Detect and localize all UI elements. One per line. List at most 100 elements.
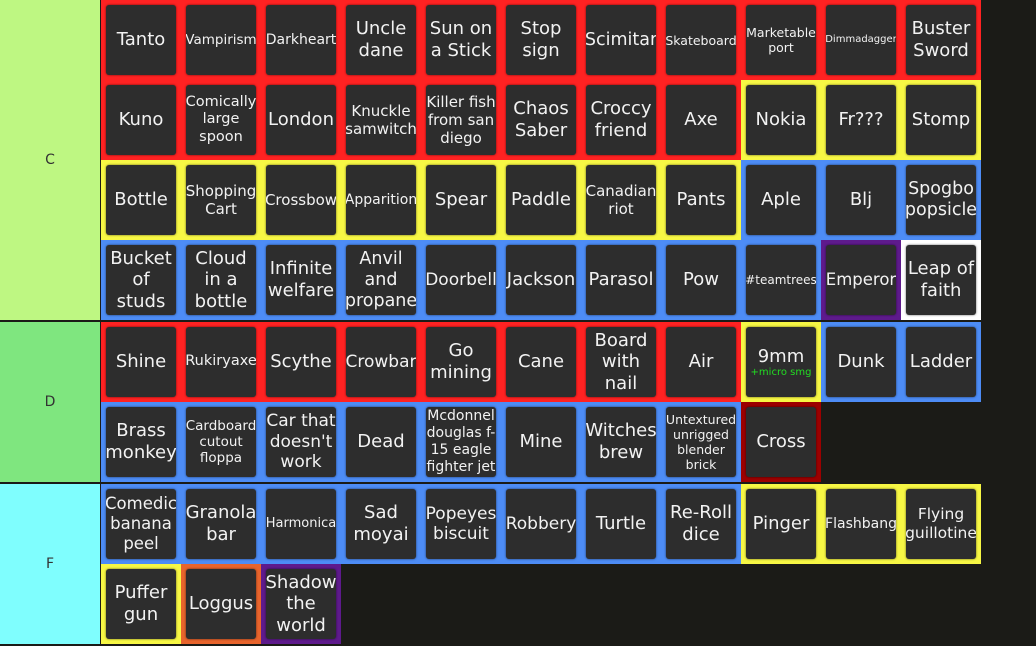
tier-item[interactable]: Turtle xyxy=(581,484,661,564)
tier-item[interactable]: Flying guillotine xyxy=(901,484,981,564)
tier-item-label: Scimitar xyxy=(586,29,656,50)
tier-item[interactable]: Bottle xyxy=(101,160,181,240)
tier-item[interactable]: Vampirism xyxy=(181,0,261,80)
tier-item[interactable]: Ladder xyxy=(901,322,981,402)
tier-item[interactable]: #teamtrees xyxy=(741,240,821,320)
tier-item[interactable]: Puffer gun xyxy=(101,564,181,644)
tier-item[interactable]: Comedic banana peel xyxy=(101,484,181,564)
tier-item-label: Emperor xyxy=(826,270,896,290)
tier-label[interactable]: C xyxy=(0,0,101,320)
tier-item[interactable]: Dunk xyxy=(821,322,901,402)
tier-item[interactable]: Scimitar xyxy=(581,0,661,80)
tier-item-label: Flying guillotine xyxy=(906,505,976,542)
tier-item[interactable]: Kuno xyxy=(101,80,181,160)
tier-item[interactable]: Granola bar xyxy=(181,484,261,564)
tier-item[interactable]: Untextured unrigged blender brick xyxy=(661,402,741,482)
tier-item[interactable]: Popeyes biscuit xyxy=(421,484,501,564)
tier-item-card: Shine xyxy=(106,327,176,397)
tier-item[interactable]: Aple xyxy=(741,160,821,240)
tier-item-label: Apparition xyxy=(346,191,416,208)
tier-item[interactable]: Stomp xyxy=(901,80,981,160)
tier-item[interactable]: Cross xyxy=(741,402,821,482)
tier-item[interactable]: Killer fish from san diego xyxy=(421,80,501,160)
tier-item[interactable]: Parasol xyxy=(581,240,661,320)
tier-item[interactable]: Tanto xyxy=(101,0,181,80)
tier-item[interactable]: Darkheart xyxy=(261,0,341,80)
tier-item[interactable]: Cardboard cutout floppa xyxy=(181,402,261,482)
tier-item[interactable]: Skateboard xyxy=(661,0,741,80)
tier-item[interactable]: London xyxy=(261,80,341,160)
tier-item-label: Cloud in a bottle xyxy=(194,247,248,312)
tier-item[interactable]: Dimmadagger xyxy=(821,0,901,80)
tier-item[interactable]: Mcdonnel douglas f-15 eagle fighter jet xyxy=(421,402,501,482)
tier-item-card: Aple xyxy=(746,165,816,235)
tier-item[interactable]: 9mm +micro smg xyxy=(741,322,821,402)
tier-item[interactable]: Robbery xyxy=(501,484,581,564)
tier-item[interactable]: Knuckle samwitch xyxy=(341,80,421,160)
tier-item[interactable]: Air xyxy=(661,322,741,402)
tier-item[interactable]: Board with nail xyxy=(581,322,661,402)
tier-item[interactable]: Doorbell xyxy=(421,240,501,320)
tier-item[interactable]: Marketable port xyxy=(741,0,821,80)
tier-item[interactable]: Cane xyxy=(501,322,581,402)
tier-item[interactable]: Buster Sword xyxy=(901,0,981,80)
tier-item[interactable]: Paddle xyxy=(501,160,581,240)
tier-item[interactable]: Blj xyxy=(821,160,901,240)
tier-item[interactable]: Pinger xyxy=(741,484,821,564)
tier-item[interactable]: Re-Roll dice xyxy=(661,484,741,564)
tier-item[interactable]: Axe xyxy=(661,80,741,160)
tier-item-card: Parasol xyxy=(586,245,656,315)
tier-item-card: Cloud in a bottle xyxy=(186,245,256,315)
tier-item[interactable]: Witches brew xyxy=(581,402,661,482)
tier-item[interactable]: Crowbar xyxy=(341,322,421,402)
tier-item[interactable]: Shadow the world xyxy=(261,564,341,644)
tier-item[interactable]: Comically large spoon xyxy=(181,80,261,160)
tier-item[interactable]: Leap of faith xyxy=(901,240,981,320)
tier-item[interactable]: Car that doesn't work xyxy=(261,402,341,482)
tier-item[interactable]: Harmonica xyxy=(261,484,341,564)
tier-row-f: F Comedic banana peel Granola bar Harmonica… xyxy=(0,484,1036,646)
tier-item-card: Rukiryaxe xyxy=(186,327,256,397)
tier-item[interactable]: Scythe xyxy=(261,322,341,402)
tier-item[interactable]: Spear xyxy=(421,160,501,240)
tier-item[interactable]: Shopping Cart xyxy=(181,160,261,240)
tier-item-card: Bottle xyxy=(106,165,176,235)
tier-item-label: Aple xyxy=(761,189,801,211)
tier-item[interactable]: Brass monkey xyxy=(101,402,181,482)
tier-item[interactable]: Canadian riot xyxy=(581,160,661,240)
tier-item[interactable]: Fr??? xyxy=(821,80,901,160)
tier-item[interactable]: Croccy friend xyxy=(581,80,661,160)
tier-item[interactable]: Sad moyai xyxy=(341,484,421,564)
tier-item[interactable]: Emperor xyxy=(821,240,901,320)
tier-item[interactable]: Flashbang xyxy=(821,484,901,564)
tier-item[interactable]: Mine xyxy=(501,402,581,482)
tier-item[interactable]: Dead xyxy=(341,402,421,482)
tier-item[interactable]: Infinite welfare xyxy=(261,240,341,320)
tier-label[interactable]: F xyxy=(0,484,101,644)
tier-item[interactable]: Apparition xyxy=(341,160,421,240)
tier-label[interactable]: D xyxy=(0,322,101,482)
tier-item[interactable]: Pow xyxy=(661,240,741,320)
tier-item-card: Doorbell xyxy=(426,245,496,315)
tier-item[interactable]: Crossbow xyxy=(261,160,341,240)
tier-item[interactable]: Pants xyxy=(661,160,741,240)
tier-item-card: Granola bar xyxy=(186,489,256,559)
tier-item[interactable]: Nokia xyxy=(741,80,821,160)
tier-item-card: Pinger xyxy=(746,489,816,559)
tier-row-d: D Shine Rukiryaxe Scythe Crowbar Go mining Can… xyxy=(0,322,1036,484)
tier-item[interactable]: Jackson xyxy=(501,240,581,320)
tier-item[interactable]: Shine xyxy=(101,322,181,402)
tier-item[interactable]: Rukiryaxe xyxy=(181,322,261,402)
tier-item-label: Chaos Saber xyxy=(513,98,569,141)
tier-item[interactable]: Sun on a Stick xyxy=(421,0,501,80)
tier-item[interactable]: Spogbo popsicle xyxy=(901,160,981,240)
tier-item[interactable]: Go mining xyxy=(421,322,501,402)
tier-item[interactable]: Cloud in a bottle xyxy=(181,240,261,320)
tier-item[interactable]: Loggus xyxy=(181,564,261,644)
tier-item[interactable]: Stop sign xyxy=(501,0,581,80)
tier-item[interactable]: Uncle dane xyxy=(341,0,421,80)
tier-item[interactable]: Chaos Saber xyxy=(501,80,581,160)
tier-item[interactable]: Bucket of studs xyxy=(101,240,181,320)
tier-item[interactable]: Anvil and propane xyxy=(341,240,421,320)
tier-item-label: London xyxy=(268,109,334,131)
